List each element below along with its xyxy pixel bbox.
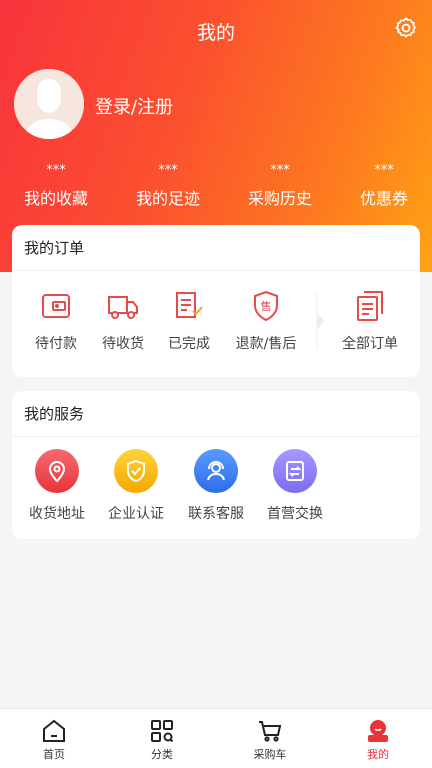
stat-label: 优惠券 [359,189,408,208]
my-orders-card: 我的订单 待付款 待收货 已完成 售 退款/售后 全部订单 [12,225,420,377]
truck-icon [106,289,140,323]
tab-label: 我的 [367,748,389,761]
location-icon [35,449,79,493]
cart-icon [257,718,283,744]
service-enterprise-certification[interactable]: 企业认证 [96,449,176,523]
stat-value: *** [374,163,394,178]
stat-label: 我的足迹 [135,189,200,208]
service-contact-support[interactable]: 联系客服 [176,449,256,523]
my-services-title: 我的服务 [12,391,420,437]
order-item-label: 全部订单 [342,336,398,352]
tab-category[interactable]: 分类 [108,709,216,768]
tab-cart[interactable]: 采购车 [216,709,324,768]
stat-label: 采购历史 [247,189,312,208]
tab-label: 采购车 [253,748,287,761]
profile-icon [365,718,391,744]
service-item-label: 收货地址 [29,506,85,522]
order-item-label: 待付款 [35,336,77,352]
stat-purchase-history[interactable]: *** 采购历史 [245,163,315,209]
all-orders-icon [353,289,387,323]
service-shipping-address[interactable]: 收货地址 [17,449,97,523]
page-title: 我的 [196,22,235,44]
login-register-link[interactable]: 登录/注册 [95,93,173,119]
service-item-label: 联系客服 [188,506,244,522]
order-all[interactable]: 全部订单 [332,289,408,353]
wallet-icon [39,289,73,323]
my-orders-title: 我的订单 [12,225,420,271]
stat-label: 我的收藏 [23,189,88,208]
default-avatar-icon [14,69,84,139]
refund-shield-icon: 售 [249,289,283,323]
stat-value: *** [158,163,178,178]
stat-value: *** [270,163,290,178]
completed-icon [172,289,206,323]
order-refund-aftersales[interactable]: 售 退款/售后 [228,289,304,353]
divider-arrow [314,293,330,349]
order-item-label: 退款/售后 [235,336,297,352]
stat-favorites[interactable]: *** 我的收藏 [21,163,91,209]
stat-value: *** [46,163,66,178]
exchange-doc-icon [273,449,317,493]
stat-coupons[interactable]: *** 优惠券 [356,163,412,209]
tab-profile[interactable]: 我的 [324,709,432,768]
bottom-tab-bar: 首页 分类 采购车 我的 [0,708,432,768]
gear-icon [395,17,417,38]
stat-footprints[interactable]: *** 我的足迹 [133,163,203,209]
order-pending-payment[interactable]: 待付款 [18,289,94,353]
order-item-label: 已完成 [168,336,210,352]
tab-home[interactable]: 首页 [0,709,108,768]
svg-text:售: 售 [261,299,272,313]
service-first-exchange[interactable]: 首营交换 [255,449,335,523]
category-icon [149,718,175,744]
service-item-label: 企业认证 [108,506,164,522]
shield-check-icon [114,449,158,493]
settings-button[interactable] [394,16,418,40]
service-item-label: 首营交换 [267,506,323,522]
order-pending-receipt[interactable]: 待收货 [85,289,161,353]
my-services-card: 我的服务 收货地址 企业认证 联系客服 首营交换 [12,391,420,539]
tab-label: 分类 [151,748,173,761]
tab-label: 首页 [43,748,65,761]
order-completed[interactable]: 已完成 [151,289,227,353]
customer-service-icon [194,449,238,493]
order-item-label: 待收货 [102,336,144,352]
avatar[interactable] [14,69,84,139]
home-icon [41,718,67,744]
